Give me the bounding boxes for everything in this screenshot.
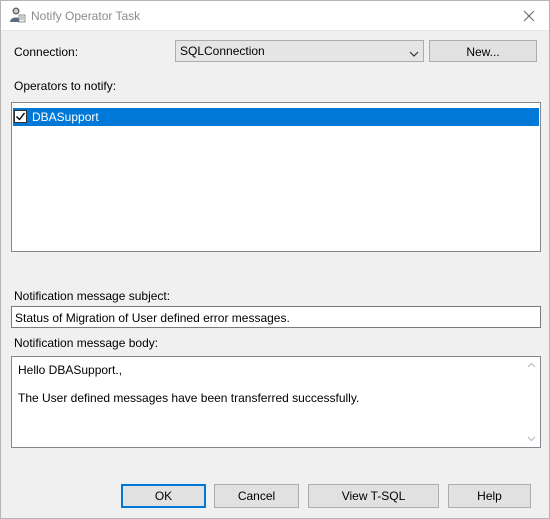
connection-dropdown[interactable]: SQLConnection: [175, 40, 424, 62]
subject-value: Status of Migration of User defined erro…: [15, 311, 290, 325]
body-textarea[interactable]: Hello DBASupport., The User defined mess…: [11, 356, 541, 448]
subject-label: Notification message subject:: [14, 289, 171, 303]
body-label: Notification message body:: [14, 336, 159, 350]
view-tsql-button[interactable]: View T-SQL: [308, 484, 439, 508]
title-bar: Notify Operator Task: [0, 0, 550, 31]
operators-label: Operators to notify:: [14, 79, 117, 93]
close-icon[interactable]: [518, 5, 540, 27]
subject-input[interactable]: Status of Migration of User defined erro…: [11, 306, 541, 328]
operator-name: DBASupport: [32, 110, 99, 124]
chevron-down-icon: [409, 47, 419, 57]
body-line: The User defined messages have been tran…: [18, 391, 360, 405]
body-line: Hello DBASupport.,: [18, 363, 123, 377]
new-connection-button[interactable]: New...: [429, 40, 537, 62]
connection-value: SQLConnection: [180, 44, 265, 58]
operator-checkbox[interactable]: [14, 110, 27, 123]
connection-label: Connection:: [14, 45, 79, 59]
window-title: Notify Operator Task: [31, 9, 141, 23]
scroll-down-icon[interactable]: [527, 436, 536, 442]
cancel-button[interactable]: Cancel: [214, 484, 299, 508]
operators-list[interactable]: DBASupport: [11, 102, 541, 252]
list-item[interactable]: DBASupport: [13, 108, 539, 126]
ok-button[interactable]: OK: [121, 484, 206, 508]
help-button[interactable]: Help: [448, 484, 531, 508]
vertical-scrollbar[interactable]: [523, 357, 540, 447]
operator-task-icon: [8, 6, 26, 24]
scroll-up-icon[interactable]: [527, 362, 536, 368]
